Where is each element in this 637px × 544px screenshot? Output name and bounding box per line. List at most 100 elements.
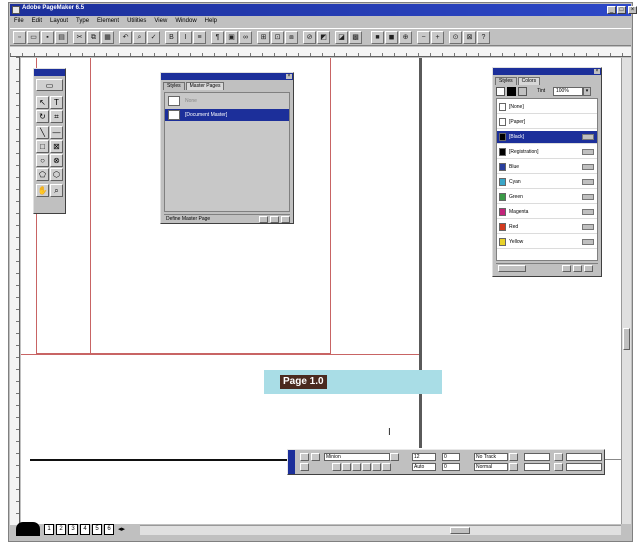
zoom-in-icon[interactable]: + <box>431 31 444 44</box>
minimize-button[interactable]: _ <box>607 6 616 14</box>
save-icon[interactable]: ▪ <box>41 31 54 44</box>
list-item[interactable]: [Paper] <box>497 116 597 129</box>
baseline-rule[interactable] <box>30 459 288 461</box>
fit-window-icon[interactable]: ⊠ <box>463 31 476 44</box>
text-wrap-icon[interactable]: ⊡ <box>271 31 284 44</box>
copy-icon[interactable]: ⧉ <box>87 31 100 44</box>
chevron-down-icon[interactable] <box>390 453 399 461</box>
ellipse-tool-icon[interactable]: ○ <box>36 154 49 167</box>
master-page-icon[interactable] <box>16 522 40 536</box>
tab-colors[interactable]: Colors <box>517 77 541 85</box>
tracking-value-field[interactable] <box>524 453 550 461</box>
zoom-tool-icon[interactable]: ⌕ <box>50 184 63 197</box>
new-icon[interactable]: ▫ <box>13 31 26 44</box>
close-icon[interactable]: × <box>286 74 292 79</box>
scroll-thumb[interactable] <box>450 527 470 534</box>
crop-tool-icon[interactable]: ⌗ <box>50 110 63 123</box>
chevron-down-icon[interactable]: ▾ <box>583 87 591 96</box>
list-item[interactable]: None <box>165 95 289 107</box>
close-icon[interactable]: × <box>594 69 600 74</box>
spell-icon[interactable]: ✓ <box>147 31 160 44</box>
fill-stroke-toggle-icon[interactable] <box>496 87 505 96</box>
small-caps-button[interactable] <box>382 463 391 471</box>
menu-type[interactable]: Type <box>72 16 93 24</box>
vertical-scrollbar[interactable] <box>621 58 631 524</box>
ellipse-frame-tool-icon[interactable]: ⊗ <box>50 154 63 167</box>
chevron-down-icon[interactable] <box>509 463 518 471</box>
open-icon[interactable]: ▭ <box>27 31 40 44</box>
menu-view[interactable]: View <box>150 16 171 24</box>
tint-field[interactable]: 100% <box>553 87 583 96</box>
nudge-down-button[interactable] <box>554 463 563 471</box>
kerning-field[interactable]: 0 <box>442 453 460 461</box>
strikethru-style-button[interactable] <box>372 463 381 471</box>
place-icon[interactable]: ⊞ <box>257 31 270 44</box>
page-icon-3[interactable]: 3 <box>68 524 78 535</box>
bold-icon[interactable]: B <box>165 31 178 44</box>
vertical-position-field[interactable] <box>566 463 602 471</box>
list-item[interactable]: [Document Master] <box>165 109 289 121</box>
undo-icon[interactable]: ↶ <box>119 31 132 44</box>
page-icon-4[interactable]: 4 <box>80 524 90 535</box>
vertical-ruler[interactable] <box>10 57 20 525</box>
stroke-icon[interactable] <box>518 87 527 96</box>
color-options-button[interactable] <box>498 265 526 272</box>
page-icon-6[interactable]: 6 <box>104 524 114 535</box>
actual-size-icon[interactable]: ⊙ <box>449 31 462 44</box>
trash-icon[interactable] <box>584 265 593 272</box>
menu-file[interactable]: File <box>10 16 28 24</box>
list-item[interactable]: Magenta <box>497 206 597 219</box>
new-color-button[interactable] <box>562 265 571 272</box>
polygon-frame-tool-icon[interactable]: ⬡ <box>50 168 63 181</box>
master-pages-title-bar[interactable]: × <box>161 73 293 80</box>
close-button[interactable]: × <box>628 6 637 14</box>
hyperlink-icon[interactable]: ⊕ <box>399 31 412 44</box>
edit-color-button[interactable] <box>573 265 582 272</box>
tab-master-pages[interactable]: Master Pages <box>185 82 225 90</box>
character-view-icon[interactable] <box>300 453 309 461</box>
tab-styles[interactable]: Styles <box>163 82 185 90</box>
italic-style-button[interactable] <box>342 463 351 471</box>
list-item[interactable]: Cyan <box>497 176 597 189</box>
list-item[interactable]: Red <box>497 221 597 234</box>
reverse-style-button[interactable] <box>362 463 371 471</box>
tracking-field[interactable]: No Track <box>474 453 508 461</box>
menu-utilities[interactable]: Utilities <box>123 16 150 24</box>
trash-icon[interactable] <box>281 216 290 223</box>
constrained-line-tool-icon[interactable]: — <box>50 126 63 139</box>
nudge-up-button[interactable] <box>554 453 563 461</box>
list-item[interactable]: Blue <box>497 161 597 174</box>
width-field[interactable]: Normal <box>474 463 508 471</box>
hand-tool-icon[interactable]: ✋ <box>36 184 49 197</box>
menu-layout[interactable]: Layout <box>46 16 72 24</box>
list-item[interactable]: [None] <box>497 101 597 114</box>
underline-style-button[interactable] <box>352 463 361 471</box>
tab-styles[interactable]: Styles <box>495 77 517 85</box>
page-icon-5[interactable]: 5 <box>92 524 102 535</box>
list-item[interactable]: [Black] <box>497 131 597 144</box>
list-item[interactable]: [Registration] <box>497 146 597 159</box>
image-icon[interactable]: ▩ <box>349 31 362 44</box>
line-tool-icon[interactable]: ╲ <box>36 126 49 139</box>
group-icon[interactable]: ⧈ <box>285 31 298 44</box>
cut-icon[interactable]: ✂ <box>73 31 86 44</box>
horizontal-position-field[interactable] <box>566 453 602 461</box>
scroll-pages-icon[interactable]: ◂▸ <box>118 525 125 533</box>
paste-icon[interactable]: ▦ <box>101 31 114 44</box>
new-master-button[interactable] <box>259 216 268 223</box>
list-item[interactable]: Yellow <box>497 236 597 249</box>
horizontal-scrollbar[interactable] <box>140 525 621 535</box>
page-icon-1[interactable]: 1 <box>44 524 54 535</box>
menu-window[interactable]: Window <box>171 16 200 24</box>
fill-stroke-icon[interactable]: ◪ <box>335 31 348 44</box>
help-icon[interactable]: ? <box>477 31 490 44</box>
text-tool-icon[interactable]: T <box>50 96 63 109</box>
rotate-tool-icon[interactable]: ↻ <box>36 110 49 123</box>
apply-button[interactable] <box>311 453 320 461</box>
print-icon[interactable]: ▤ <box>55 31 68 44</box>
duplicate-master-button[interactable] <box>270 216 279 223</box>
link-icon[interactable]: ∞ <box>239 31 252 44</box>
colors-title-bar[interactable]: × <box>493 68 601 75</box>
swatch-icon[interactable]: ◼ <box>385 31 398 44</box>
control-palette-grip[interactable] <box>288 450 295 474</box>
